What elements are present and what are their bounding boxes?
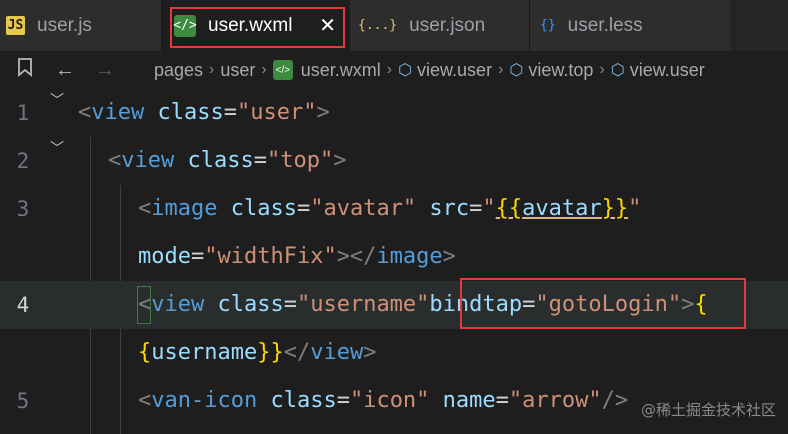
chevron-down-icon[interactable]: ﹀ [48,91,66,111]
code-line-current[interactable]: 4 <view class="username"bindtap="gotoLog… [0,281,788,329]
line-number: 2 [16,149,30,173]
editor-tab-bar: JS user.js </> user.wxml ✕ {...} user.js… [0,0,788,51]
chevron-right-icon: › [599,61,605,78]
tab-bar-empty-space [730,0,788,51]
breadcrumb-item-file[interactable]: user.wxml [301,60,381,81]
cube-icon: ⬡ [610,62,625,79]
tab-user-json[interactable]: {...} user.json [350,0,530,51]
tab-user-wxml[interactable]: </> user.wxml ✕ [162,0,350,51]
code-text: {username}}</view> [138,340,377,365]
tab-label: user.less [567,14,643,36]
breadcrumb-item-user[interactable]: user [220,60,255,81]
line-number: 1 [16,101,30,125]
code-text: <van-icon class="icon" name="arrow"/> [138,388,629,413]
code-line-wrapped[interactable]: mode="widthFix"></image> [0,233,788,281]
code-line[interactable]: 2 ﹀ <view class="top"> [0,137,788,185]
json-file-icon: {...} [358,18,398,33]
wxml-file-icon: </> [272,60,293,80]
bookmark-icon[interactable] [10,57,40,83]
chevron-right-icon: › [386,61,393,78]
tab-label: user.js [37,14,92,36]
cube-icon: ⬡ [398,62,413,79]
code-line[interactable]: 3 <image class="avatar" src="{{avatar}}" [0,185,788,233]
code-text: <view class="top"> [108,148,347,173]
line-number: 3 [16,197,30,221]
breadcrumb-item-view-top[interactable]: view.top [528,60,593,81]
javascript-file-icon: JS [6,16,25,35]
tab-label: user.wxml [208,14,293,36]
chevron-right-icon: › [498,61,504,78]
cube-icon: ⬡ [509,62,524,79]
tab-user-js[interactable]: JS user.js [0,0,162,51]
less-file-icon: {} [540,18,556,33]
chevron-right-icon: › [209,61,215,78]
wxml-file-icon: </> [173,14,197,37]
breadcrumb-item-view-user[interactable]: view.user [417,60,492,81]
chevron-down-icon[interactable]: ﹀ [48,139,66,159]
code-text: <image class="avatar" src="{{avatar}}" [138,196,642,221]
code-text: mode="widthFix"></image> [138,244,456,269]
code-line-wrapped[interactable]: {username}}</view> [0,329,788,377]
watermark: @稀土掘金技术社区 [640,401,776,419]
tab-user-less[interactable]: {} user.less [530,0,730,51]
breadcrumb: ← → pages › user › </> user.wxml › ⬡ vie… [0,51,788,89]
breadcrumb-item-pages[interactable]: pages [154,60,203,81]
line-number: 4 [16,293,30,317]
code-text: <view class="user"> [78,100,330,125]
close-icon[interactable]: ✕ [319,13,336,38]
line-number: 5 [16,389,30,413]
breadcrumb-item-view-user-2[interactable]: view.user [630,60,705,81]
chevron-right-icon: › [261,61,267,78]
forward-arrow-icon[interactable]: → [90,59,120,82]
code-text: <view class="username"bindtap="gotoLogin… [138,292,708,317]
back-arrow-icon[interactable]: ← [50,59,80,82]
tab-label: user.json [409,14,486,36]
code-line[interactable]: 1 ﹀ <view class="user"> [0,89,788,137]
code-editor[interactable]: 1 ﹀ <view class="user"> 2 ﹀ <view class=… [0,89,788,434]
